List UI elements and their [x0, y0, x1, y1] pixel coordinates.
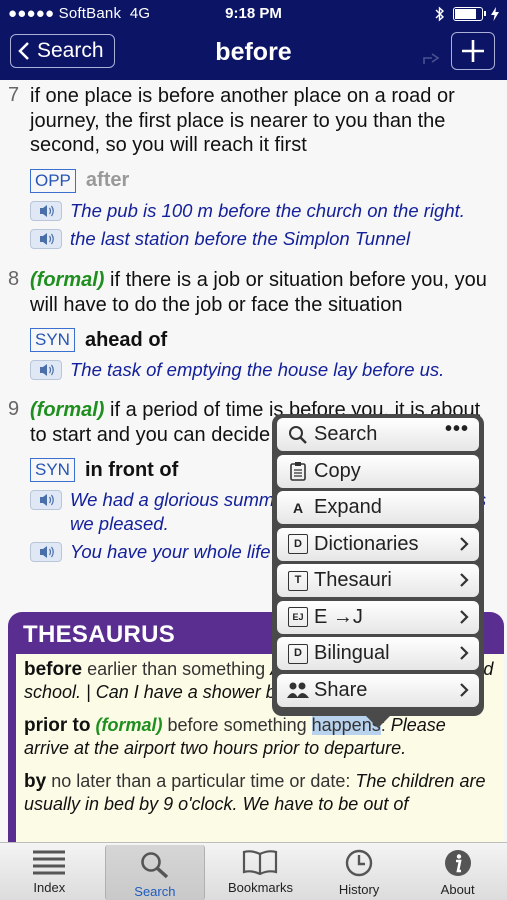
chevron-right-icon: [460, 682, 469, 697]
context-menu: Search ••• Copy A Expand D Dictionaries …: [272, 414, 484, 728]
battery-icon: [453, 7, 486, 21]
speaker-icon[interactable]: [30, 200, 62, 221]
xref-word[interactable]: ahead of: [85, 329, 167, 352]
tab-index[interactable]: Index: [0, 843, 99, 900]
register-label: (formal): [30, 269, 105, 291]
menu-item-share[interactable]: Share: [277, 673, 479, 707]
syn-tag: SYN: [30, 458, 75, 482]
clock: 9:18 PM: [225, 5, 282, 22]
info-icon: [444, 850, 471, 876]
ej-dictionary-icon: EJ: [287, 606, 309, 628]
chevron-right-icon: [460, 536, 469, 551]
tab-search[interactable]: Search: [104, 845, 206, 900]
menu-item-search[interactable]: Search •••: [277, 418, 479, 451]
opp-tag: OPP: [30, 168, 76, 193]
example: the last station before the Simplon Tunn…: [30, 227, 498, 251]
thesaurus-word[interactable]: by: [24, 771, 46, 792]
speaker-icon[interactable]: [30, 542, 62, 562]
syn-tag: SYN: [30, 328, 75, 352]
menu-item-copy[interactable]: Copy: [277, 454, 479, 488]
more-icon[interactable]: •••: [445, 418, 469, 441]
thesaurus-word[interactable]: before: [24, 659, 82, 680]
sense-number: 9: [8, 398, 20, 420]
thesaurus-word[interactable]: prior to: [24, 715, 91, 736]
search-icon: [287, 424, 309, 446]
chevron-right-icon: [460, 609, 469, 624]
charging-icon: [491, 7, 499, 21]
speaker-icon[interactable]: [30, 360, 62, 380]
cross-reference: SYN ahead of: [30, 327, 498, 353]
clock-icon: [345, 849, 373, 877]
sense-7: 7 if one place is before another place o…: [8, 84, 498, 251]
expand-icon: A: [292, 499, 304, 516]
speaker-icon[interactable]: [30, 229, 62, 249]
tab-bar: Index Search Bookmarks History About: [0, 842, 507, 900]
share-icon[interactable]: [422, 50, 442, 66]
thesaurus-entry: prior to (formal) before something happe…: [24, 715, 446, 758]
register-label: (formal): [30, 399, 105, 421]
sense-8: 8 (formal) if there is a job or situatio…: [8, 268, 498, 382]
bluetooth-icon: [435, 6, 445, 22]
search-icon: [141, 852, 169, 879]
bilingual-icon: D: [287, 643, 309, 665]
sense-definition: if one place is before another place on …: [30, 85, 455, 156]
xref-word[interactable]: in front of: [85, 459, 178, 482]
chevron-right-icon: [460, 573, 469, 587]
tab-bookmarks[interactable]: Bookmarks: [211, 843, 310, 900]
cross-reference: OPP after: [30, 168, 498, 194]
thesaurus-entry: by no later than a particular time or da…: [24, 771, 486, 814]
chevron-right-icon: [460, 646, 469, 660]
example-text: the last station before the Simplon Tunn…: [70, 228, 411, 249]
clipboard-icon: [287, 460, 309, 482]
menu-item-dictionaries[interactable]: D Dictionaries: [277, 527, 479, 561]
menu-item-thesauri[interactable]: T Thesauri: [277, 564, 479, 597]
status-bar: ●●●●● SoftBank 4G 9:18 PM: [0, 0, 507, 28]
tab-about[interactable]: About: [408, 843, 507, 900]
example: The pub is 100 m before the church on th…: [30, 199, 498, 223]
speaker-icon[interactable]: [30, 490, 62, 510]
navigation-bar: Search before: [0, 28, 507, 80]
list-icon: [33, 850, 66, 875]
book-icon: [243, 850, 278, 875]
menu-item-ej[interactable]: EJ E →J: [277, 600, 479, 634]
thesaurus-icon: T: [287, 570, 309, 592]
plus-icon: [462, 40, 484, 62]
sense-number: 8: [8, 268, 20, 290]
sense-number: 7: [8, 84, 20, 106]
example-text: The task of emptying the house lay befor…: [70, 359, 445, 380]
add-bookmark-button[interactable]: [451, 32, 495, 70]
xref-word[interactable]: after: [86, 169, 129, 192]
people-icon: [287, 679, 309, 701]
menu-item-bilingual[interactable]: D Bilingual: [277, 637, 479, 670]
menu-item-expand[interactable]: A Expand: [277, 491, 479, 524]
tab-history[interactable]: History: [310, 843, 409, 900]
example: The task of emptying the house lay befor…: [30, 358, 498, 382]
example-text: The pub is 100 m before the church on th…: [70, 199, 465, 221]
dictionary-icon: D: [287, 533, 309, 555]
